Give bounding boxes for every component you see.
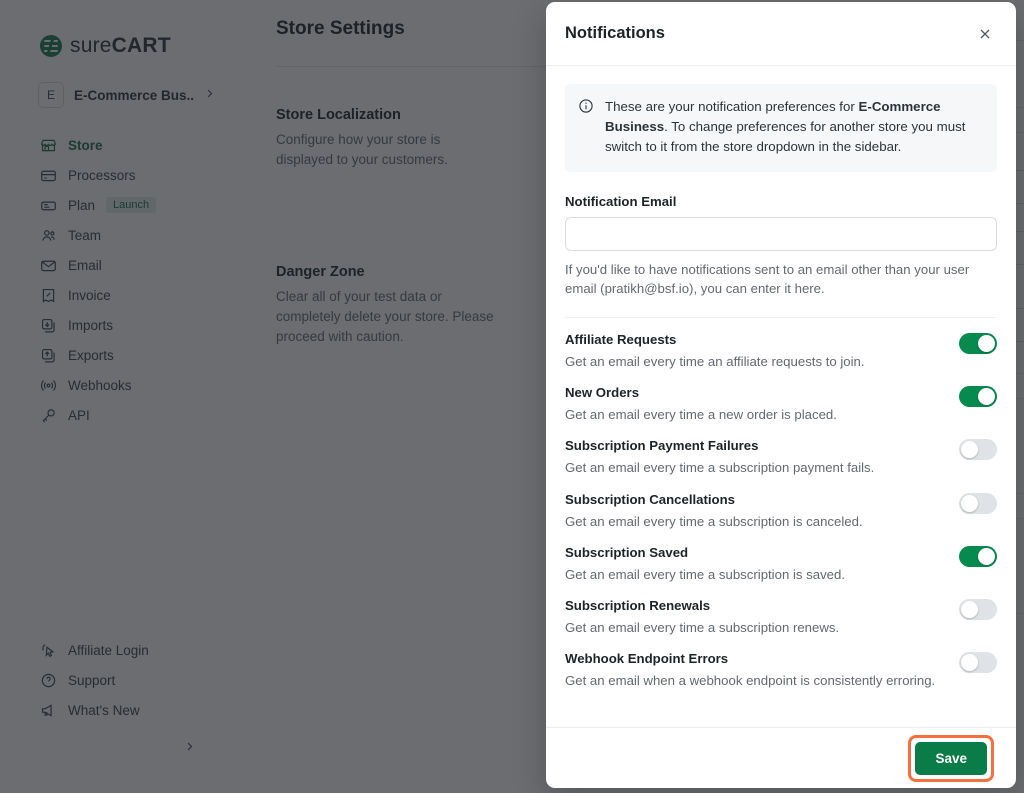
notification-email-help: If you'd like to have notifications sent… — [565, 261, 970, 297]
notice-text: These are your notification preferences … — [605, 97, 983, 158]
toggle-description: Get an email every time a subscription i… — [565, 513, 863, 529]
toggle-description: Get an email every time a subscription r… — [565, 619, 840, 635]
notice-text-before: These are your notification preferences … — [605, 99, 859, 114]
toggle-row-new-orders: New Orders Get an email every time a new… — [565, 371, 997, 424]
modal-header: Notifications — [546, 2, 1016, 66]
toggle-knob — [961, 494, 978, 512]
modal-body: These are your notification preferences … — [546, 66, 1016, 727]
toggle-title: Affiliate Requests — [565, 332, 677, 348]
toggle-description: Get an email every time a new order is p… — [565, 407, 837, 423]
toggle-row-subscription-renewals: Subscription Renewals Get an email every… — [565, 584, 997, 637]
toggle-title: Webhook Endpoint Errors — [565, 651, 729, 667]
toggle-knob — [978, 388, 995, 406]
modal-footer: Save — [546, 727, 1016, 788]
info-circle-icon — [578, 98, 594, 119]
save-button-highlight: Save — [908, 734, 994, 782]
toggle-knob — [978, 335, 995, 353]
toggle-description: Get an email every time a subscription p… — [565, 460, 875, 476]
toggle-texts: Subscription Saved Get an email every ti… — [565, 545, 859, 584]
toggle-texts: Webhook Endpoint Errors Get an email whe… — [565, 651, 949, 690]
toggle-title: Subscription Saved — [565, 544, 689, 560]
toggle-switch-webhook-endpoint-errors[interactable] — [959, 652, 997, 674]
toggle-texts: Subscription Cancellations Get an email … — [565, 492, 877, 531]
screen: sureCART E E-Commerce Bus... Store Proce… — [0, 0, 1024, 793]
toggle-knob — [961, 600, 978, 618]
toggle-switch-affiliate-requests[interactable] — [959, 333, 997, 355]
notification-email-input[interactable] — [565, 216, 997, 251]
toggle-texts: New Orders Get an email every time a new… — [565, 385, 851, 424]
modal-title: Notifications — [565, 24, 665, 42]
toggle-title: Subscription Payment Failures — [565, 438, 759, 454]
toggle-switch-subscription-saved[interactable] — [959, 545, 997, 567]
toggle-title: New Orders — [565, 385, 640, 401]
toggle-texts: Subscription Payment Failures Get an ema… — [565, 438, 888, 477]
toggle-row-subscription-cancellations: Subscription Cancellations Get an email … — [565, 478, 997, 531]
toggle-row-affiliate-requests: Affiliate Requests Get an email every ti… — [565, 318, 997, 371]
toggle-switch-subscription-cancellations[interactable] — [959, 492, 997, 514]
toggle-knob — [961, 441, 978, 459]
toggle-title: Subscription Renewals — [565, 597, 711, 613]
toggle-knob — [961, 654, 978, 672]
close-icon[interactable] — [972, 21, 998, 47]
toggle-row-subscription-saved: Subscription Saved Get an email every ti… — [565, 531, 997, 584]
toggle-texts: Subscription Renewals Get an email every… — [565, 598, 853, 637]
toggle-description: Get an email every time an affiliate req… — [565, 354, 865, 370]
toggle-row-webhook-endpoint-errors: Webhook Endpoint Errors Get an email whe… — [565, 637, 997, 690]
toggle-description: Get an email every time a subscription i… — [565, 566, 845, 582]
toggle-row-subscription-payment-failures: Subscription Payment Failures Get an ema… — [565, 424, 997, 477]
notification-email-label: Notification Email — [565, 193, 677, 209]
toggle-title: Subscription Cancellations — [565, 491, 736, 507]
notification-email-group: Notification Email If you'd like to have… — [565, 194, 997, 300]
toggle-switch-subscription-renewals[interactable] — [959, 598, 997, 620]
toggle-texts: Affiliate Requests Get an email every ti… — [565, 332, 879, 371]
toggle-description: Get an email when a webhook endpoint is … — [565, 673, 936, 689]
notifications-modal: Notifications These are your notificatio… — [546, 2, 1016, 788]
toggle-switch-subscription-payment-failures[interactable] — [959, 439, 997, 461]
notice-banner: These are your notification preferences … — [565, 84, 997, 172]
toggle-switch-new-orders[interactable] — [959, 386, 997, 408]
toggle-knob — [978, 547, 995, 565]
save-button[interactable]: Save — [915, 741, 987, 775]
